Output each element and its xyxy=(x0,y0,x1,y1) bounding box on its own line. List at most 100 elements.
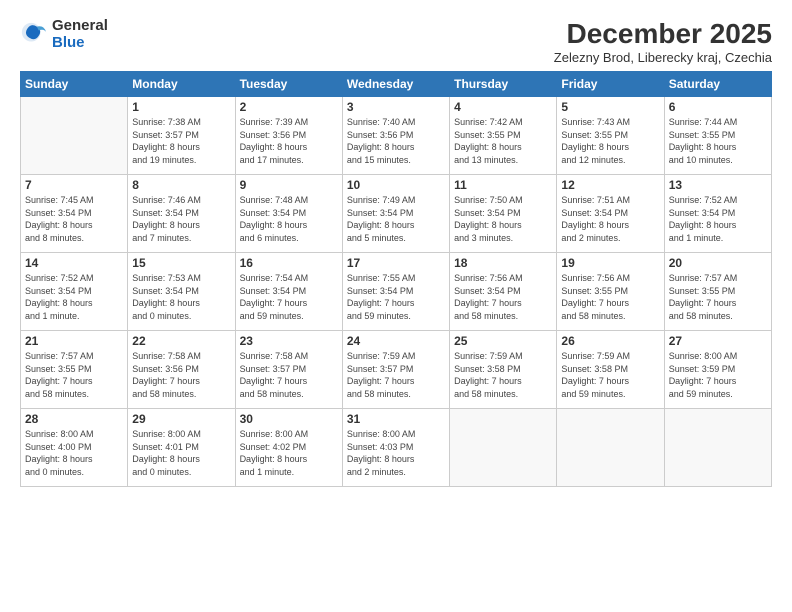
day-info: Sunrise: 8:00 AM Sunset: 4:01 PM Dayligh… xyxy=(132,428,230,478)
day-cell-3-3: 24 Sunrise: 7:59 AM Sunset: 3:57 PM Dayli… xyxy=(342,331,449,409)
day-info: Sunrise: 7:45 AM Sunset: 3:54 PM Dayligh… xyxy=(25,194,123,244)
title-block: December 2025 Zelezny Brod, Liberecky kr… xyxy=(554,18,772,65)
day-cell-2-3: 17 Sunrise: 7:55 AM Sunset: 3:54 PM Dayli… xyxy=(342,253,449,331)
day-number: 22 xyxy=(132,334,230,348)
logo-general-text: General xyxy=(52,18,108,35)
header-sunday: Sunday xyxy=(21,72,128,97)
day-cell-3-6: 27 Sunrise: 8:00 AM Sunset: 3:59 PM Dayli… xyxy=(664,331,771,409)
day-info: Sunrise: 7:48 AM Sunset: 3:54 PM Dayligh… xyxy=(240,194,338,244)
day-number: 10 xyxy=(347,178,445,192)
day-cell-1-6: 13 Sunrise: 7:52 AM Sunset: 3:54 PM Dayli… xyxy=(664,175,771,253)
day-number: 7 xyxy=(25,178,123,192)
day-cell-2-1: 15 Sunrise: 7:53 AM Sunset: 3:54 PM Dayli… xyxy=(128,253,235,331)
day-info: Sunrise: 7:43 AM Sunset: 3:55 PM Dayligh… xyxy=(561,116,659,166)
month-title: December 2025 xyxy=(554,18,772,50)
logo: General Blue xyxy=(20,18,108,51)
day-cell-2-0: 14 Sunrise: 7:52 AM Sunset: 3:54 PM Dayli… xyxy=(21,253,128,331)
day-info: Sunrise: 7:55 AM Sunset: 3:54 PM Dayligh… xyxy=(347,272,445,322)
day-cell-3-2: 23Sunrise: 7:58 AM Sunset: 3:57 PM Dayli… xyxy=(235,331,342,409)
header-wednesday: Wednesday xyxy=(342,72,449,97)
day-info: Sunrise: 7:57 AM Sunset: 3:55 PM Dayligh… xyxy=(669,272,767,322)
day-cell-4-6 xyxy=(664,409,771,487)
day-info: Sunrise: 7:39 AM Sunset: 3:56 PM Dayligh… xyxy=(240,116,338,166)
day-info: Sunrise: 7:40 AM Sunset: 3:56 PM Dayligh… xyxy=(347,116,445,166)
day-number: 6 xyxy=(669,100,767,114)
day-number: 13 xyxy=(669,178,767,192)
day-info: Sunrise: 7:52 AM Sunset: 3:54 PM Dayligh… xyxy=(25,272,123,322)
day-number: 20 xyxy=(669,256,767,270)
day-cell-3-1: 22 Sunrise: 7:58 AM Sunset: 3:56 PM Dayli… xyxy=(128,331,235,409)
week-row-5: 28Sunrise: 8:00 AM Sunset: 4:00 PM Dayli… xyxy=(21,409,772,487)
day-info: Sunrise: 7:38 AM Sunset: 3:57 PM Dayligh… xyxy=(132,116,230,166)
day-number: 17 xyxy=(347,256,445,270)
day-cell-1-4: 11Sunrise: 7:50 AM Sunset: 3:54 PM Dayli… xyxy=(450,175,557,253)
day-number: 16 xyxy=(240,256,338,270)
week-row-3: 14 Sunrise: 7:52 AM Sunset: 3:54 PM Dayli… xyxy=(21,253,772,331)
day-cell-3-4: 25 Sunrise: 7:59 AM Sunset: 3:58 PM Dayli… xyxy=(450,331,557,409)
header-saturday: Saturday xyxy=(664,72,771,97)
day-info: Sunrise: 7:57 AM Sunset: 3:55 PM Dayligh… xyxy=(25,350,123,400)
day-cell-4-1: 29 Sunrise: 8:00 AM Sunset: 4:01 PM Dayli… xyxy=(128,409,235,487)
day-number: 14 xyxy=(25,256,123,270)
day-info: Sunrise: 7:53 AM Sunset: 3:54 PM Dayligh… xyxy=(132,272,230,322)
day-cell-1-1: 8Sunrise: 7:46 AM Sunset: 3:54 PM Daylig… xyxy=(128,175,235,253)
header-monday: Monday xyxy=(128,72,235,97)
day-number: 8 xyxy=(132,178,230,192)
day-cell-0-0 xyxy=(21,97,128,175)
day-info: Sunrise: 7:52 AM Sunset: 3:54 PM Dayligh… xyxy=(669,194,767,244)
day-info: Sunrise: 7:56 AM Sunset: 3:55 PM Dayligh… xyxy=(561,272,659,322)
day-info: Sunrise: 8:00 AM Sunset: 4:02 PM Dayligh… xyxy=(240,428,338,478)
day-info: Sunrise: 7:59 AM Sunset: 3:58 PM Dayligh… xyxy=(561,350,659,400)
day-cell-2-6: 20 Sunrise: 7:57 AM Sunset: 3:55 PM Dayli… xyxy=(664,253,771,331)
day-info: Sunrise: 7:59 AM Sunset: 3:57 PM Dayligh… xyxy=(347,350,445,400)
day-number: 24 xyxy=(347,334,445,348)
day-number: 3 xyxy=(347,100,445,114)
day-cell-1-2: 9Sunrise: 7:48 AM Sunset: 3:54 PM Daylig… xyxy=(235,175,342,253)
day-info: Sunrise: 7:59 AM Sunset: 3:58 PM Dayligh… xyxy=(454,350,552,400)
header-tuesday: Tuesday xyxy=(235,72,342,97)
logo-icon xyxy=(20,21,48,49)
week-row-2: 7 Sunrise: 7:45 AM Sunset: 3:54 PM Daylig… xyxy=(21,175,772,253)
day-cell-1-5: 12 Sunrise: 7:51 AM Sunset: 3:54 PM Dayli… xyxy=(557,175,664,253)
day-info: Sunrise: 8:00 AM Sunset: 3:59 PM Dayligh… xyxy=(669,350,767,400)
day-number: 5 xyxy=(561,100,659,114)
day-number: 27 xyxy=(669,334,767,348)
day-cell-3-0: 21 Sunrise: 7:57 AM Sunset: 3:55 PM Dayli… xyxy=(21,331,128,409)
day-number: 19 xyxy=(561,256,659,270)
day-cell-4-5 xyxy=(557,409,664,487)
day-cell-2-4: 18 Sunrise: 7:56 AM Sunset: 3:54 PM Dayli… xyxy=(450,253,557,331)
day-cell-0-1: 1 Sunrise: 7:38 AM Sunset: 3:57 PM Daylig… xyxy=(128,97,235,175)
day-number: 12 xyxy=(561,178,659,192)
day-number: 2 xyxy=(240,100,338,114)
day-info: Sunrise: 7:56 AM Sunset: 3:54 PM Dayligh… xyxy=(454,272,552,322)
day-info: Sunrise: 7:54 AM Sunset: 3:54 PM Dayligh… xyxy=(240,272,338,322)
page: General Blue December 2025 Zelezny Brod,… xyxy=(0,0,792,612)
header-friday: Friday xyxy=(557,72,664,97)
day-number: 11 xyxy=(454,178,552,192)
week-row-1: 1 Sunrise: 7:38 AM Sunset: 3:57 PM Daylig… xyxy=(21,97,772,175)
day-cell-1-3: 10 Sunrise: 7:49 AM Sunset: 3:54 PM Dayli… xyxy=(342,175,449,253)
day-cell-4-2: 30Sunrise: 8:00 AM Sunset: 4:02 PM Dayli… xyxy=(235,409,342,487)
location: Zelezny Brod, Liberecky kraj, Czechia xyxy=(554,50,772,65)
day-cell-0-5: 5 Sunrise: 7:43 AM Sunset: 3:55 PM Daylig… xyxy=(557,97,664,175)
day-number: 25 xyxy=(454,334,552,348)
day-cell-0-6: 6 Sunrise: 7:44 AM Sunset: 3:55 PM Daylig… xyxy=(664,97,771,175)
day-info: Sunrise: 7:44 AM Sunset: 3:55 PM Dayligh… xyxy=(669,116,767,166)
day-cell-1-0: 7 Sunrise: 7:45 AM Sunset: 3:54 PM Daylig… xyxy=(21,175,128,253)
day-info: Sunrise: 7:58 AM Sunset: 3:56 PM Dayligh… xyxy=(132,350,230,400)
day-number: 18 xyxy=(454,256,552,270)
day-cell-2-2: 16 Sunrise: 7:54 AM Sunset: 3:54 PM Dayli… xyxy=(235,253,342,331)
day-number: 1 xyxy=(132,100,230,114)
day-info: Sunrise: 7:58 AM Sunset: 3:57 PM Dayligh… xyxy=(240,350,338,400)
day-number: 15 xyxy=(132,256,230,270)
day-info: Sunrise: 7:51 AM Sunset: 3:54 PM Dayligh… xyxy=(561,194,659,244)
day-number: 21 xyxy=(25,334,123,348)
week-row-4: 21 Sunrise: 7:57 AM Sunset: 3:55 PM Dayli… xyxy=(21,331,772,409)
day-info: Sunrise: 7:42 AM Sunset: 3:55 PM Dayligh… xyxy=(454,116,552,166)
day-number: 4 xyxy=(454,100,552,114)
day-number: 29 xyxy=(132,412,230,426)
header: General Blue December 2025 Zelezny Brod,… xyxy=(20,18,772,65)
day-cell-0-2: 2 Sunrise: 7:39 AM Sunset: 3:56 PM Daylig… xyxy=(235,97,342,175)
day-info: Sunrise: 7:49 AM Sunset: 3:54 PM Dayligh… xyxy=(347,194,445,244)
day-info: Sunrise: 8:00 AM Sunset: 4:00 PM Dayligh… xyxy=(25,428,123,478)
